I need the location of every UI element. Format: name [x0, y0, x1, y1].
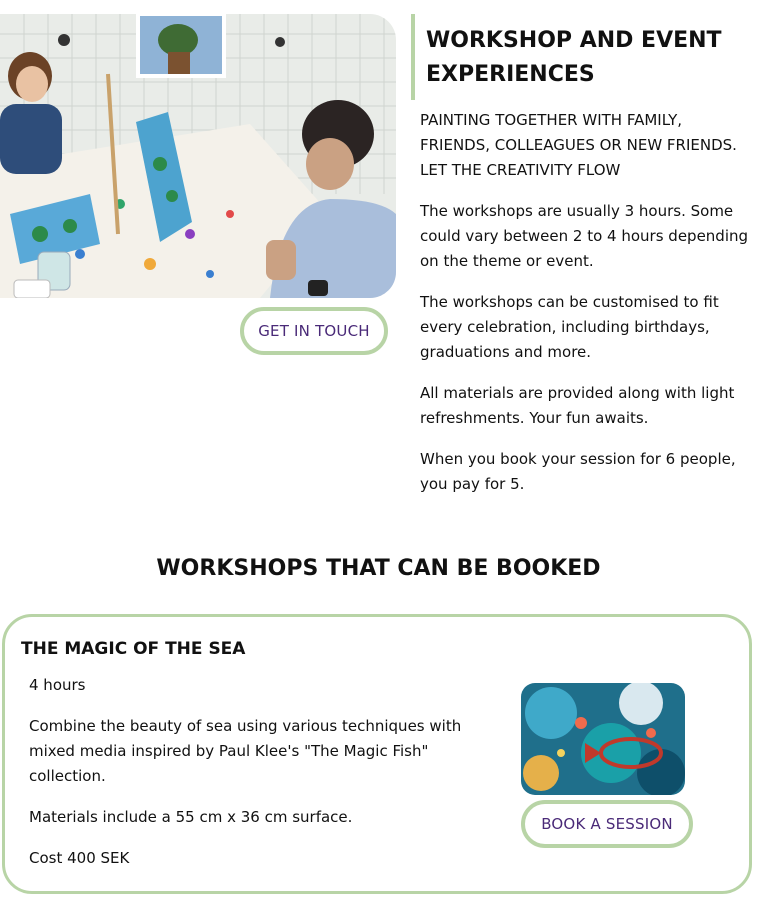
- page-heading: WORKSHOP AND EVENT EXPERIENCES: [426, 28, 722, 87]
- workshop-description: Combine the beauty of sea using various …: [29, 717, 462, 785]
- workshops-section-title: WORKSHOPS THAT CAN BE BOOKED: [156, 556, 601, 581]
- workshop-duration: 4 hours: [29, 676, 86, 694]
- hero-photo: [0, 14, 396, 298]
- intro-text: PAINTING TOGETHER WITH FAMILY, FRIENDS, …: [420, 108, 750, 513]
- workshop-title: THE MAGIC OF THE SEA: [21, 639, 246, 659]
- heading-accent-bar: [411, 14, 415, 100]
- intro-paragraph: The workshops are usually 3 hours. Some …: [420, 202, 749, 270]
- intro-paragraph: When you book your session for 6 people,…: [420, 450, 736, 493]
- intro-paragraph: The workshops can be customised to fit e…: [420, 293, 719, 361]
- intro-paragraph: All materials are provided along with li…: [420, 384, 735, 427]
- intro-tagline: PAINTING TOGETHER WITH FAMILY, FRIENDS, …: [420, 111, 737, 179]
- workshop-cost: Cost 400 SEK: [29, 849, 130, 867]
- workshop-details: 4 hours Combine the beauty of sea using …: [29, 673, 509, 887]
- workshop-photo: [521, 683, 685, 795]
- workshop-materials: Materials include a 55 cm x 36 cm surfac…: [29, 808, 353, 826]
- workshop-card: THE MAGIC OF THE SEA 4 hours Combine the…: [2, 614, 752, 894]
- book-session-button[interactable]: BOOK A SESSION: [521, 800, 693, 848]
- get-in-touch-button[interactable]: GET IN TOUCH: [240, 307, 388, 355]
